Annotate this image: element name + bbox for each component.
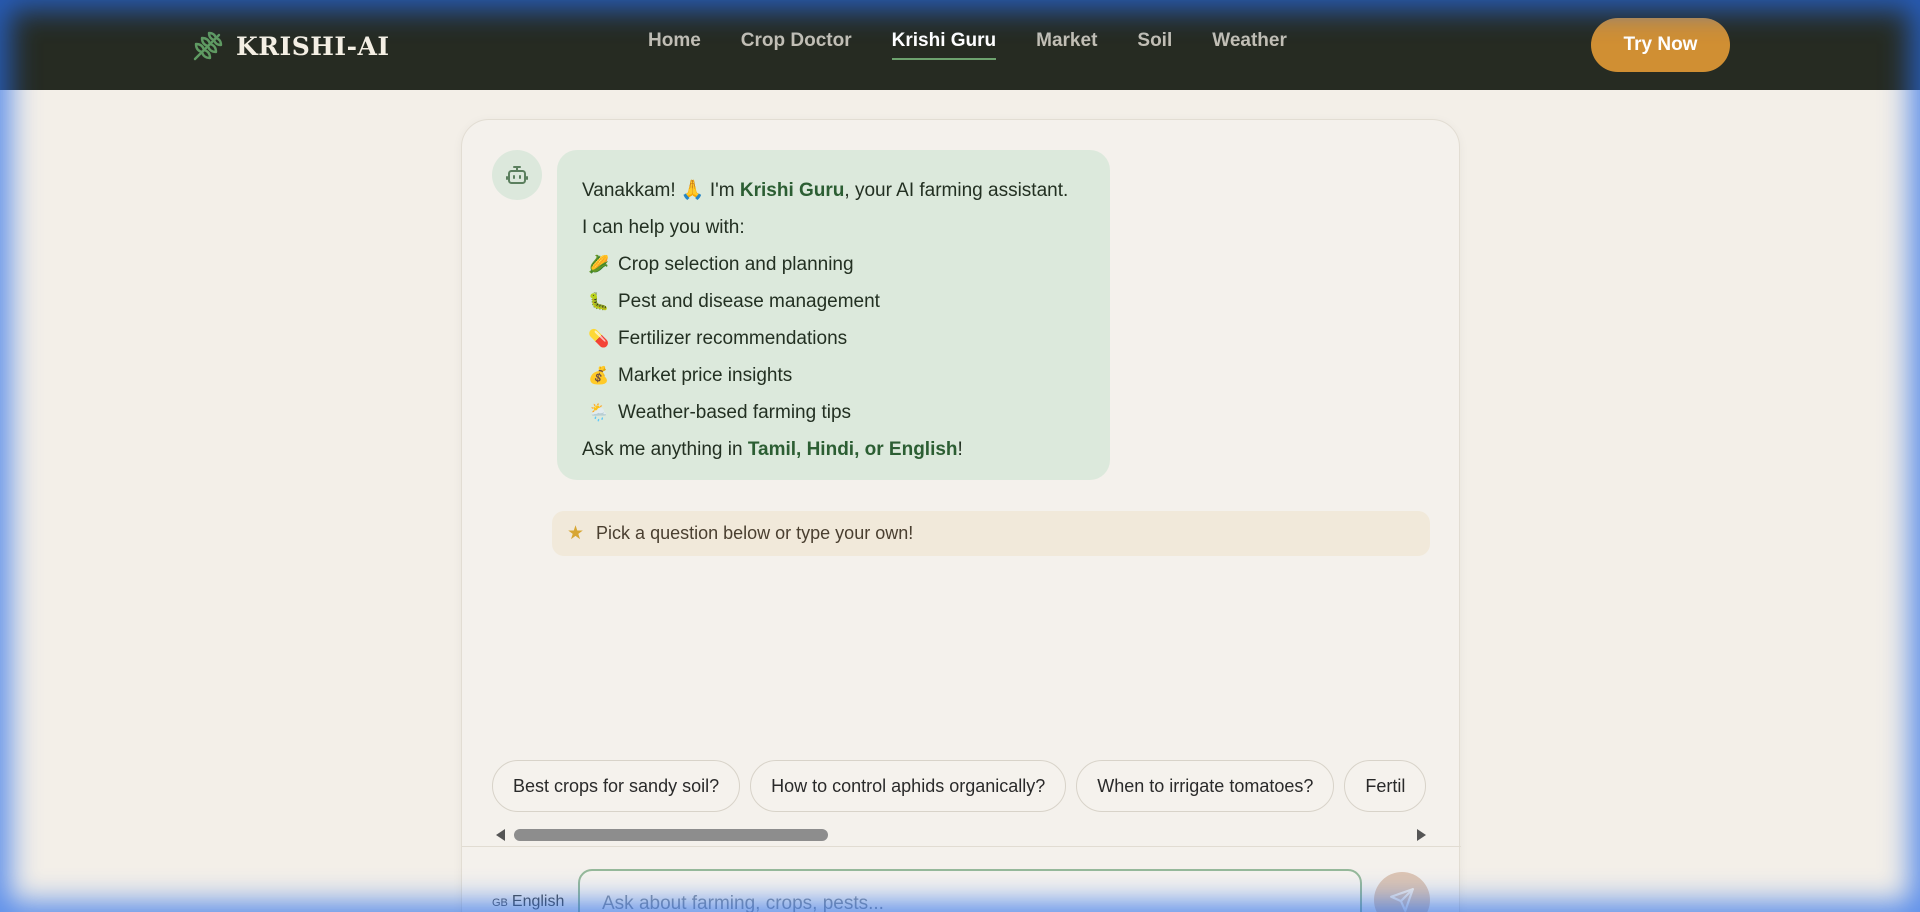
suggestion-chip[interactable]: Best crops for sandy soil? bbox=[492, 760, 741, 812]
chat-input[interactable] bbox=[578, 869, 1362, 912]
scroll-left-arrow-icon[interactable] bbox=[496, 829, 505, 841]
suggestion-chip[interactable]: When to irrigate tomatoes? bbox=[1076, 760, 1335, 812]
bot-avatar bbox=[492, 150, 542, 200]
capability-item: 💊 Fertilizer recommendations bbox=[582, 320, 1085, 357]
capability-text: Fertilizer recommendations bbox=[618, 328, 848, 349]
capability-item: 💰 Market price insights bbox=[582, 357, 1085, 394]
divider bbox=[462, 846, 1461, 847]
language-selector[interactable]: GB English bbox=[492, 893, 564, 911]
navbar: KRISHI-AI Home Crop Doctor Krishi Guru M… bbox=[0, 0, 1920, 90]
star-icon: ★ bbox=[567, 523, 585, 544]
greeting-line: Vanakkam! 🙏 I'm Krishi Guru, your AI far… bbox=[582, 172, 1085, 209]
capability-item: 🌽 Crop selection and planning bbox=[582, 246, 1085, 283]
chat-panel: Vanakkam! 🙏 I'm Krishi Guru, your AI far… bbox=[461, 119, 1461, 912]
nav-link-soil[interactable]: Soil bbox=[1137, 30, 1172, 60]
send-button[interactable] bbox=[1374, 872, 1430, 912]
hint-text: Pick a question below or type your own! bbox=[596, 523, 914, 543]
weather-icon: 🌦️ bbox=[588, 403, 610, 422]
ask-text: ! bbox=[957, 439, 963, 460]
try-now-button[interactable]: Try Now bbox=[1591, 18, 1730, 72]
greeting-text: Vanakkam! bbox=[582, 180, 681, 201]
pill-icon: 💊 bbox=[588, 329, 610, 348]
ask-text: Ask me anything in bbox=[582, 439, 748, 460]
suggestion-chip[interactable]: Fertil bbox=[1344, 760, 1427, 812]
suggestion-chips: Best crops for sandy soil? How to contro… bbox=[492, 760, 1430, 812]
capability-item: 🌦️ Weather-based farming tips bbox=[582, 394, 1085, 431]
greeting-text: , your AI farming assistant. bbox=[844, 180, 1069, 201]
nav-link-crop-doctor[interactable]: Crop Doctor bbox=[741, 30, 852, 60]
nav-link-home[interactable]: Home bbox=[648, 30, 701, 60]
scroll-right-arrow-icon[interactable] bbox=[1417, 829, 1426, 841]
bug-icon: 🐛 bbox=[588, 292, 610, 311]
scrollbar-thumb[interactable] bbox=[514, 829, 828, 841]
capability-text: Weather-based farming tips bbox=[618, 402, 852, 423]
nav-link-weather[interactable]: Weather bbox=[1212, 30, 1287, 60]
hint-banner: ★ Pick a question below or type your own… bbox=[552, 511, 1430, 556]
supported-languages: Tamil, Hindi, or English bbox=[747, 439, 958, 460]
capability-item: 🐛 Pest and disease management bbox=[582, 283, 1085, 320]
horizontal-scrollbar[interactable] bbox=[492, 827, 1430, 843]
money-bag-icon: 💰 bbox=[588, 366, 610, 385]
wheat-icon bbox=[193, 31, 223, 61]
nav-links: Home Crop Doctor Krishi Guru Market Soil… bbox=[648, 30, 1287, 60]
flag-icon: GB bbox=[492, 897, 508, 909]
suggestion-chip[interactable]: How to control aphids organically? bbox=[750, 760, 1067, 812]
corn-icon: 🌽 bbox=[588, 255, 610, 274]
brand-logo[interactable]: KRISHI-AI bbox=[190, 26, 390, 66]
greeting-text: I'm bbox=[704, 180, 740, 201]
nav-link-krishi-guru[interactable]: Krishi Guru bbox=[891, 30, 996, 60]
capability-text: Market price insights bbox=[618, 365, 793, 386]
send-icon bbox=[1390, 888, 1414, 912]
bot-name: Krishi Guru bbox=[739, 180, 845, 201]
ask-line: Ask me anything in Tamil, Hindi, or Engl… bbox=[582, 431, 1085, 468]
capability-text: Pest and disease management bbox=[618, 291, 880, 312]
bot-message-bubble: Vanakkam! 🙏 I'm Krishi Guru, your AI far… bbox=[557, 150, 1110, 480]
robot-icon bbox=[506, 166, 528, 184]
brand-name: KRISHI-AI bbox=[236, 31, 390, 61]
pray-emoji: 🙏 bbox=[680, 180, 705, 201]
nav-link-market[interactable]: Market bbox=[1036, 30, 1097, 60]
help-intro: I can help you with: bbox=[582, 217, 745, 238]
capability-text: Crop selection and planning bbox=[618, 254, 854, 275]
language-label: English bbox=[511, 893, 565, 910]
